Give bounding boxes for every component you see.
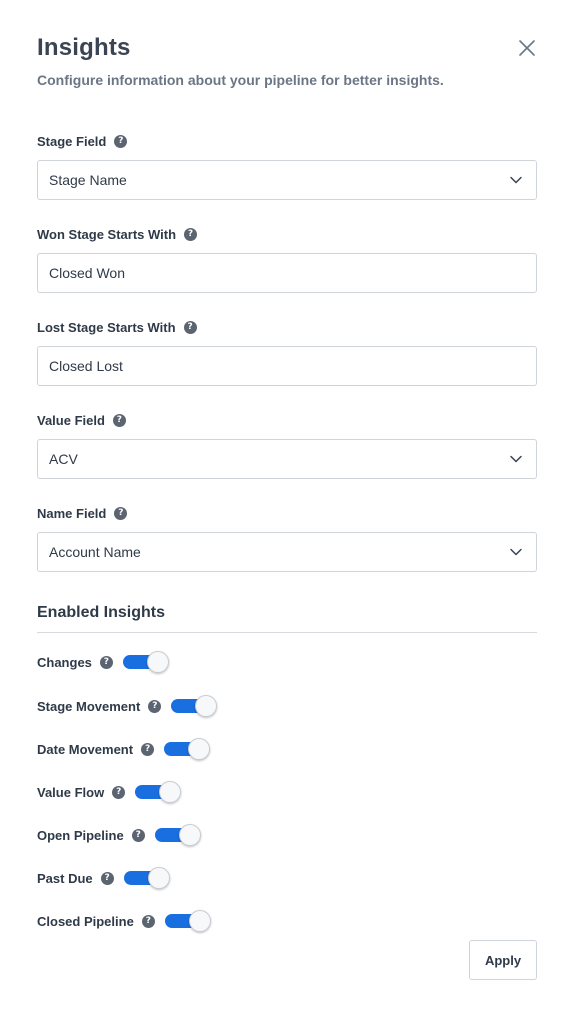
name-field-value: Account Name [49,544,141,560]
insight-label: Open Pipeline [37,827,124,843]
insight-label: Date Movement [37,741,134,757]
help-icon[interactable]: ? [112,413,126,427]
insight-row-past-due: Past Due ? [37,866,170,890]
close-icon [519,40,535,56]
value-field-value: ACV [49,451,78,467]
insight-row-open-pipeline: Open Pipeline ? [37,823,201,847]
panel-title: Insights [37,34,131,61]
won-stage-input[interactable]: Closed Won [37,253,537,293]
lost-stage-value: Closed Lost [49,358,123,374]
chevron-down-icon [496,161,536,199]
help-icon[interactable]: ? [114,134,128,148]
help-icon[interactable]: ? [100,871,114,885]
name-field-label: Name Field [37,505,107,521]
changes-toggle[interactable] [122,650,169,674]
stage-field-label-row: Stage Field ? [37,132,128,150]
lost-stage-input[interactable]: Closed Lost [37,346,537,386]
won-stage-label-row: Won Stage Starts With ? [37,225,198,243]
stage-field-value: Stage Name [49,172,127,188]
insight-row-stage-movement: Stage Movement ? [37,694,218,718]
help-icon[interactable]: ? [148,699,162,713]
help-icon[interactable]: ? [99,655,113,669]
lost-stage-label: Lost Stage Starts With [37,319,176,335]
apply-button[interactable]: Apply [469,940,537,980]
help-icon[interactable]: ? [131,828,145,842]
name-field-select[interactable]: Account Name [37,532,537,572]
help-icon[interactable]: ? [183,320,197,334]
closed-pipeline-toggle[interactable] [164,909,211,933]
insight-row-value-flow: Value Flow ? [37,780,182,804]
value-field-label: Value Field [37,412,105,428]
help-icon[interactable]: ? [141,914,155,928]
past-due-toggle[interactable] [123,866,170,890]
value-field-label-row: Value Field ? [37,411,126,429]
won-stage-label: Won Stage Starts With [37,226,177,242]
help-icon[interactable]: ? [112,785,126,799]
open-pipeline-toggle[interactable] [154,823,201,847]
value-flow-toggle[interactable] [135,780,182,804]
insight-label: Closed Pipeline [37,913,134,929]
close-button[interactable] [515,36,539,60]
insight-label: Changes [37,654,92,670]
help-icon[interactable]: ? [114,506,128,520]
chevron-down-icon [496,440,536,478]
panel-subtitle: Configure information about your pipelin… [37,72,444,88]
stage-field-label: Stage Field [37,133,107,149]
stage-field-select[interactable]: Stage Name [37,160,537,200]
insight-row-closed-pipeline: Closed Pipeline ? [37,909,211,933]
insight-row-date-movement: Date Movement ? [37,737,211,761]
date-movement-toggle[interactable] [164,737,211,761]
help-icon[interactable]: ? [184,227,198,241]
help-icon[interactable]: ? [141,742,155,756]
insight-row-changes: Changes ? [37,650,169,674]
chevron-down-icon [496,533,536,571]
insight-label: Stage Movement [37,698,141,714]
lost-stage-label-row: Lost Stage Starts With ? [37,318,197,336]
stage-movement-toggle[interactable] [171,694,218,718]
section-divider [37,632,537,633]
insight-label: Past Due [37,870,93,886]
insight-label: Value Flow [37,784,105,800]
value-field-select[interactable]: ACV [37,439,537,479]
enabled-insights-heading: Enabled Insights [37,604,166,621]
won-stage-value: Closed Won [49,265,126,281]
insights-panel: Insights Configure information about you… [0,0,574,1017]
name-field-label-row: Name Field ? [37,504,128,522]
